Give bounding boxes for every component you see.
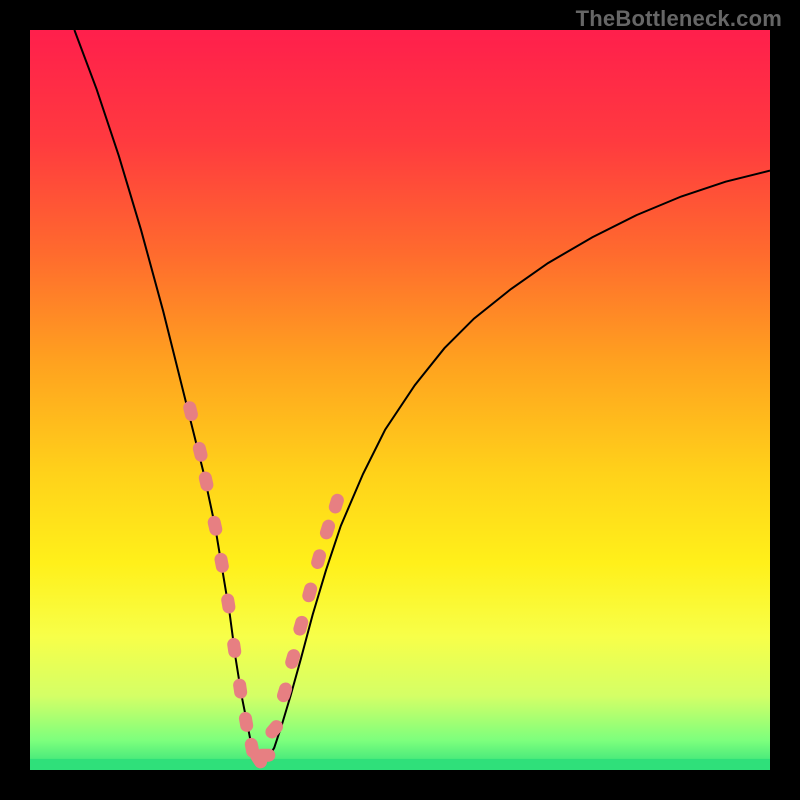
green-zone-band — [30, 759, 770, 770]
plot-area — [30, 30, 770, 770]
marker-point — [255, 749, 275, 762]
chart-frame: TheBottleneck.com — [0, 0, 800, 800]
gradient-background — [30, 30, 770, 770]
watermark-text: TheBottleneck.com — [576, 6, 782, 32]
chart-svg — [30, 30, 770, 770]
